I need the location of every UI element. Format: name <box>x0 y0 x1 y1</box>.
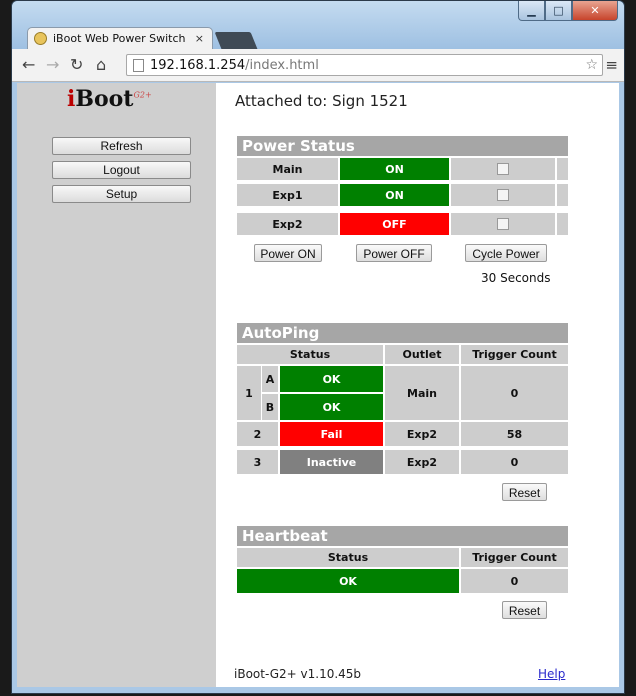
tab-title: iBoot Web Power Switch <box>53 32 186 45</box>
forward-icon[interactable]: → <box>46 55 59 74</box>
sidebar: iBootG2+ Refresh Logout Setup <box>17 83 216 687</box>
autoping-status-3: Inactive <box>280 450 383 474</box>
heartbeat-title: Heartbeat <box>237 526 568 546</box>
outlet-state-exp2: OFF <box>340 213 449 235</box>
heartbeat-header-trigger-count: Trigger Count <box>461 548 568 567</box>
iboot-logo: iBootG2+ <box>67 86 152 112</box>
page-icon <box>133 58 144 72</box>
outlet-name-exp2: Exp2 <box>237 213 338 235</box>
cycle-duration-label: 30 Seconds <box>481 271 551 285</box>
setup-button[interactable]: Setup <box>52 185 191 203</box>
home-icon[interactable]: ⌂ <box>96 55 106 74</box>
power-on-button[interactable]: Power ON <box>254 244 322 262</box>
power-off-button[interactable]: Power OFF <box>356 244 432 262</box>
autoping-status-1b: OK <box>280 394 383 420</box>
autoping-outlet-3: Exp2 <box>385 450 459 474</box>
autoping-outlet-2: Exp2 <box>385 422 459 446</box>
autoping-header-outlet: Outlet <box>385 345 459 364</box>
autoping-header-status: Status <box>237 345 383 364</box>
url-path: /index.html <box>245 57 319 73</box>
outlet-state-exp1: ON <box>340 184 449 206</box>
outlet-select-exp1[interactable] <box>451 184 555 206</box>
outlet-spacer <box>557 158 568 180</box>
autoping-sub-label: A <box>262 366 278 392</box>
heartbeat-count: 0 <box>461 569 568 593</box>
autoping-count-2: 58 <box>461 422 568 446</box>
heartbeat-reset-button[interactable]: Reset <box>502 601 547 619</box>
minimize-button[interactable]: ▁ <box>518 1 545 21</box>
menu-icon[interactable]: ≡ <box>605 56 618 74</box>
checkbox-exp1[interactable] <box>497 189 509 201</box>
autoping-status-1a: OK <box>280 366 383 392</box>
autoping-row-number: 2 <box>237 422 278 446</box>
browser-toolbar: ← → ↻ ⌂ 192.168.1.254 /index.html ☆ ≡ <box>12 49 624 82</box>
autoping-row-number: 3 <box>237 450 278 474</box>
help-link[interactable]: Help <box>538 667 565 681</box>
power-status-title: Power Status <box>237 136 568 156</box>
logo-superscript: G2+ <box>133 90 152 100</box>
logout-button[interactable]: Logout <box>52 161 191 179</box>
autoping-outlet-1: Main <box>385 366 459 420</box>
attached-to-label: Attached to: Sign 1521 <box>235 92 408 110</box>
autoping-count-1: 0 <box>461 366 568 420</box>
autoping-sub-label: B <box>262 394 278 420</box>
outlet-spacer <box>557 213 568 235</box>
close-window-button[interactable]: ✕ <box>572 1 618 21</box>
autoping-header-trigger-count: Trigger Count <box>461 345 568 364</box>
window-controls: ▁ □ ✕ <box>518 1 618 21</box>
refresh-button[interactable]: Refresh <box>52 137 191 155</box>
bookmark-star-icon[interactable]: ☆ <box>585 57 598 73</box>
logo-text: Boot <box>75 86 134 112</box>
outlet-select-main[interactable] <box>451 158 555 180</box>
tab-close-icon[interactable]: × <box>195 32 204 45</box>
browser-window: iBoot Web Power Switch × ▁ □ ✕ ← → ↻ ⌂ 1… <box>11 0 625 694</box>
cycle-power-button[interactable]: Cycle Power <box>465 244 547 262</box>
checkbox-exp2[interactable] <box>497 218 509 230</box>
autoping-row-number: 1 <box>237 366 261 420</box>
autoping-status-2: Fail <box>280 422 383 446</box>
reload-icon[interactable]: ↻ <box>70 55 83 74</box>
url-host: 192.168.1.254 <box>150 57 246 73</box>
favicon-icon <box>34 32 47 45</box>
maximize-button[interactable]: □ <box>545 1 572 21</box>
autoping-count-3: 0 <box>461 450 568 474</box>
back-icon[interactable]: ← <box>22 55 35 74</box>
autoping-reset-button[interactable]: Reset <box>502 483 547 501</box>
page-viewport: iBootG2+ Refresh Logout Setup Attached t… <box>17 83 619 687</box>
address-bar[interactable]: 192.168.1.254 /index.html ☆ <box>126 54 603 76</box>
new-tab-button[interactable] <box>214 32 258 49</box>
outlet-select-exp2[interactable] <box>451 213 555 235</box>
page-footer: iBoot-G2+ v1.10.45b Help <box>216 667 619 687</box>
outlet-spacer <box>557 184 568 206</box>
title-bar: iBoot Web Power Switch × ▁ □ ✕ <box>12 1 624 49</box>
autoping-title: AutoPing <box>237 323 568 343</box>
outlet-name-exp1: Exp1 <box>237 184 338 206</box>
browser-tab[interactable]: iBoot Web Power Switch × <box>27 27 213 49</box>
heartbeat-header-status: Status <box>237 548 459 567</box>
heartbeat-status: OK <box>237 569 459 593</box>
outlet-name-main: Main <box>237 158 338 180</box>
checkbox-main[interactable] <box>497 163 509 175</box>
outlet-state-main: ON <box>340 158 449 180</box>
version-label: iBoot-G2+ v1.10.45b <box>234 667 362 681</box>
main-content: Attached to: Sign 1521 Power Status Main… <box>216 83 619 687</box>
